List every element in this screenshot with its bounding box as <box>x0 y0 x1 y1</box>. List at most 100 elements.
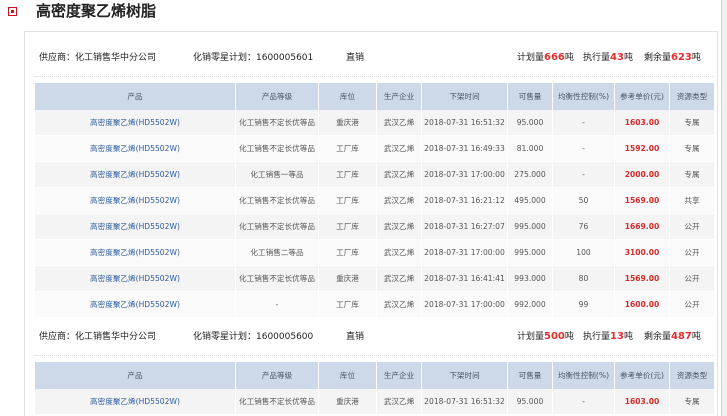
price-cell: 3100.00 <box>615 240 670 266</box>
column-header[interactable]: 生产企业 <box>377 83 422 110</box>
ratio-cell: 80 <box>553 266 615 292</box>
plan-number-label: 化销零星计划：1600005600 <box>193 332 314 342</box>
price-cell: 1669.00 <box>615 214 670 240</box>
column-header[interactable]: 产品等级 <box>236 362 319 389</box>
price-cell: 1603.00 <box>615 389 670 415</box>
exec-qty-label: 执行量 <box>583 332 611 342</box>
location-cell: 工厂库 <box>319 188 377 214</box>
exec-qty-label: 执行量 <box>583 53 611 63</box>
column-header[interactable]: 下架时间 <box>422 83 508 110</box>
qty-cell: 993.000 <box>508 266 553 292</box>
column-header[interactable]: 均衡性控制(%) <box>553 83 615 110</box>
column-header[interactable]: 可售量 <box>508 83 553 110</box>
column-header[interactable]: 参考单价(元) <box>615 83 670 110</box>
rem-qty-unit: 吨 <box>691 53 701 63</box>
maker-cell: 武汉乙烯 <box>377 110 422 136</box>
qty-cell: 275.000 <box>508 162 553 188</box>
exec-qty: 执行量13吨 <box>583 319 633 355</box>
ratio-cell: 76 <box>553 214 615 240</box>
ratio-cell: 100 <box>553 240 615 266</box>
column-header[interactable]: 产品 <box>35 362 236 389</box>
time-cell: 2018-07-31 17:00:00 <box>422 292 508 318</box>
grade-cell: 化工销售不定长优等品 <box>236 214 319 240</box>
plan-qty-unit: 吨 <box>564 53 574 63</box>
type-cell: 公开 <box>670 266 715 292</box>
exec-qty-value: 43 <box>610 52 624 63</box>
price-cell: 2000.00 <box>615 162 670 188</box>
ratio-cell: - <box>553 136 615 162</box>
price-cell: 1603.00 <box>615 110 670 136</box>
resource-table: 产品 产品等级 库位 生产企业 下架时间 可售量 均衡性控制(%) 参考单价(元) 资源类型 高密… <box>35 83 715 318</box>
grade-cell: 化工销售一等品 <box>236 162 319 188</box>
time-cell: 2018-07-31 16:27:07 <box>422 214 508 240</box>
product-link[interactable]: 高密度聚乙烯(HD5502W) <box>35 266 236 292</box>
supplier-label: 供应商：化工销售华中分公司 <box>39 332 157 342</box>
plan-info-bar: 供应商：化工销售华中分公司 化销零星计划：1600005601 直销 计划量666吨执… <box>35 40 715 77</box>
time-cell: 2018-07-31 17:00:00 <box>422 240 508 266</box>
location-cell: 工厂库 <box>319 292 377 318</box>
table-header-row: 产品 产品等级 库位 生产企业 下架时间 可售量 均衡性控制(%) 参考单价(元) 资源类型 <box>35 362 715 389</box>
time-cell: 2018-07-31 16:41:41 <box>422 266 508 292</box>
column-header[interactable]: 参考单价(元) <box>615 362 670 389</box>
product-link[interactable]: 高密度聚乙烯(HD5502W) <box>35 136 236 162</box>
table-row[interactable]: 高密度聚乙烯(HD5502W) 化工销售不定长优等品 工厂库 武汉乙烯 2018-07-… <box>35 188 715 214</box>
product-link[interactable]: 高密度聚乙烯(HD5502W) <box>35 240 236 266</box>
exec-qty: 执行量43吨 <box>583 40 633 76</box>
qty-cell: 995.000 <box>508 214 553 240</box>
column-header[interactable]: 库位 <box>319 362 377 389</box>
maker-cell: 武汉乙烯 <box>377 292 422 318</box>
column-header[interactable]: 下架时间 <box>422 362 508 389</box>
grade-cell: - <box>236 292 319 318</box>
ratio-cell: - <box>553 389 615 415</box>
column-header[interactable]: 生产企业 <box>377 362 422 389</box>
table-row[interactable]: 高密度聚乙烯(HD5502W) 化工销售不定长优等品 重庆港 武汉乙烯 2018-07-… <box>35 110 715 136</box>
column-header[interactable]: 产品等级 <box>236 83 319 110</box>
product-link[interactable]: 高密度聚乙烯(HD5502W) <box>35 292 236 318</box>
type-cell: 公开 <box>670 292 715 318</box>
location-cell: 工厂库 <box>319 162 377 188</box>
type-cell: 专属 <box>670 110 715 136</box>
product-link[interactable]: 高密度聚乙烯(HD5502W) <box>35 110 236 136</box>
qty-cell: 992.000 <box>508 292 553 318</box>
page-header: 高密度聚乙烯树脂 <box>0 0 727 26</box>
rem-qty-value: 487 <box>671 331 692 342</box>
product-link[interactable]: 高密度聚乙烯(HD5502W) <box>35 188 236 214</box>
product-link[interactable]: 高密度聚乙烯(HD5502W) <box>35 162 236 188</box>
rem-qty-unit: 吨 <box>691 332 701 342</box>
table-row[interactable]: 高密度聚乙烯(HD5502W) 化工销售不定长优等品 工厂库 武汉乙烯 2018-07-… <box>35 136 715 162</box>
time-cell: 2018-07-31 16:49:33 <box>422 136 508 162</box>
scrollbar[interactable] <box>721 0 727 416</box>
product-link[interactable]: 高密度聚乙烯(HD5502W) <box>35 389 236 415</box>
table-row[interactable]: 高密度聚乙烯(HD5502W) - 工厂库 武汉乙烯 2018-07-31 17:00:… <box>35 292 715 318</box>
plan-qty-label: 计划量 <box>517 332 545 342</box>
qty-cell: 995.000 <box>508 240 553 266</box>
table-row[interactable]: 高密度聚乙烯(HD5502W) 化工销售二等品 工厂库 武汉乙烯 2018-07-31 … <box>35 240 715 266</box>
grade-cell: 化工销售不定长优等品 <box>236 266 319 292</box>
plan-qty-label: 计划量 <box>517 53 545 63</box>
rem-qty-label: 剩余量 <box>644 53 672 63</box>
table-row[interactable]: 高密度聚乙烯(HD5502W) 化工销售一等品 工厂库 武汉乙烯 2018-07-31 … <box>35 162 715 188</box>
ratio-cell: - <box>553 162 615 188</box>
location-cell: 重庆港 <box>319 389 377 415</box>
column-header[interactable]: 产品 <box>35 83 236 110</box>
table-header-row: 产品 产品等级 库位 生产企业 下架时间 可售量 均衡性控制(%) 参考单价(元) 资源类型 <box>35 83 715 110</box>
column-header[interactable]: 可售量 <box>508 362 553 389</box>
type-cell: 公开 <box>670 240 715 266</box>
table-row[interactable]: 高密度聚乙烯(HD5502W) 化工销售不定长优等品 工厂库 武汉乙烯 2018-07-… <box>35 214 715 240</box>
column-header[interactable]: 资源类型 <box>670 83 715 110</box>
column-header[interactable]: 资源类型 <box>670 362 715 389</box>
table-row[interactable]: 高密度聚乙烯(HD5502W) 化工销售不定长优等品 重庆港 武汉乙烯 2018-07-… <box>35 266 715 292</box>
column-header[interactable]: 库位 <box>319 83 377 110</box>
grade-cell: 化工销售不定长优等品 <box>236 136 319 162</box>
location-cell: 工厂库 <box>319 240 377 266</box>
price-cell: 1569.00 <box>615 266 670 292</box>
product-link[interactable]: 高密度聚乙烯(HD5502W) <box>35 214 236 240</box>
supplier-label: 供应商：化工销售华中分公司 <box>39 53 157 63</box>
qty-cell: 495.000 <box>508 188 553 214</box>
rem-qty-label: 剩余量 <box>644 332 672 342</box>
ratio-cell: - <box>553 110 615 136</box>
table-row[interactable]: 高密度聚乙烯(HD5502W) 化工销售不定长优等品 重庆港 武汉乙烯 2018-07-… <box>35 389 715 415</box>
title-marker-icon <box>8 7 17 16</box>
column-header[interactable]: 均衡性控制(%) <box>553 362 615 389</box>
ratio-cell: 99 <box>553 292 615 318</box>
